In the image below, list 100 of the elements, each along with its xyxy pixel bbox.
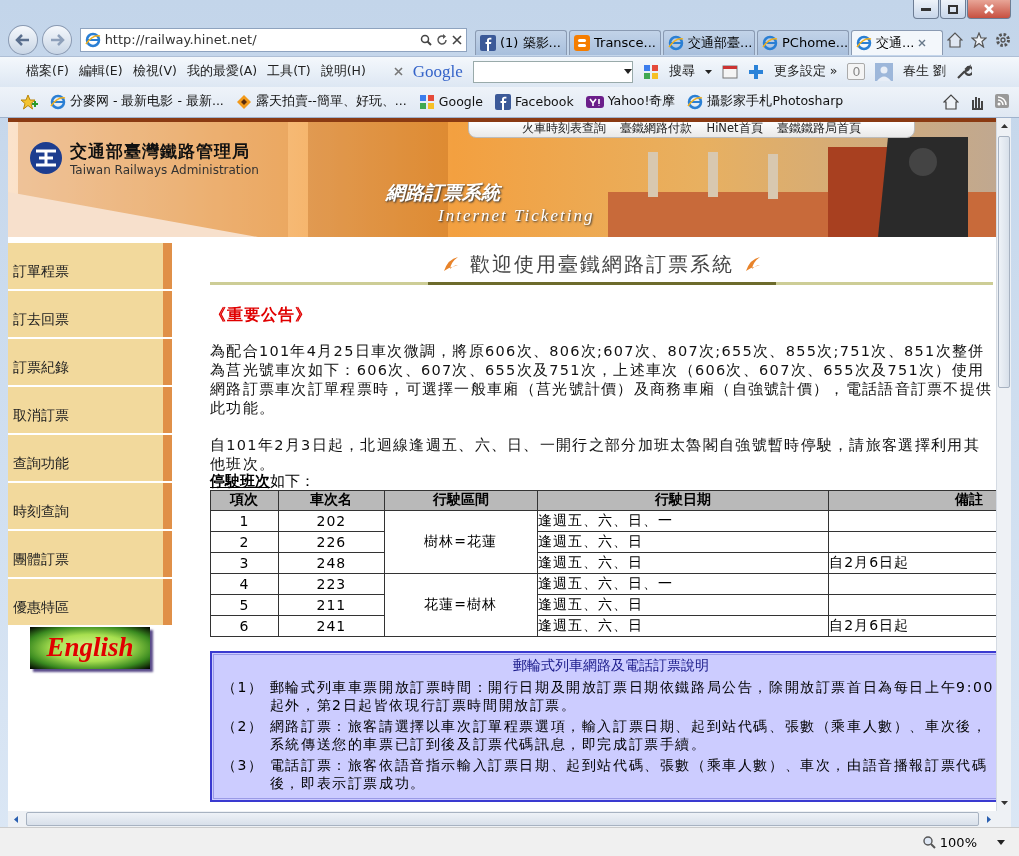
yahoo-icon — [585, 95, 604, 108]
menu-item[interactable]: 編輯(E) — [78, 63, 123, 81]
minimize-button[interactable] — [913, 0, 939, 19]
sidebar-item[interactable]: 時刻查詢 — [8, 482, 172, 529]
user-name[interactable]: 春生 劉 — [903, 63, 947, 81]
scroll-thumb[interactable] — [998, 135, 1010, 388]
favorite-link[interactable]: 分麥网 - 最新电影 - 最新... — [50, 93, 224, 111]
tag-icon — [235, 93, 252, 110]
star-icon — [971, 31, 987, 48]
home-icon — [943, 93, 959, 110]
zoom-level[interactable]: 100% — [939, 834, 977, 850]
blogger-icon — [574, 34, 590, 51]
url-text: http://railway.hinet.net/ — [104, 32, 258, 48]
menu-item[interactable]: 我的最愛(A) — [186, 63, 258, 81]
info-text: 郵輪式列車車票開放訂票時間：開行日期及開放訂票日期依鐵路局公告，除開放訂票首日為每日上午9:00起外，第2日起皆依現行訂票時間開放訂票。 — [269, 677, 995, 714]
settings-icon — [995, 31, 1011, 48]
menu-item[interactable]: 檢視(V) — [132, 63, 177, 81]
browser-tab[interactable]: 交通... — [851, 29, 943, 55]
e-logo-icon — [687, 93, 704, 110]
more-settings-button[interactable]: 更多設定 » — [773, 63, 838, 81]
table-cell: 2 — [210, 531, 279, 553]
system-subtitle: Internet Ticketing — [438, 205, 595, 226]
browser-tab[interactable]: 交通部臺... — [663, 29, 755, 55]
search-icon — [420, 33, 432, 46]
e-logo-icon — [856, 34, 872, 51]
e-logo-icon — [84, 31, 101, 48]
english-button[interactable]: English — [30, 626, 150, 669]
e-logo-icon — [50, 93, 66, 110]
table-cell: 逢週五、六、日 — [537, 615, 829, 637]
close-button[interactable] — [967, 0, 1011, 19]
scroll-thumb[interactable] — [26, 812, 979, 827]
info-text: 電話訂票：旅客依語音指示輸入訂票日期、起到站代碼、張數（乘車人數）、車次，由語音播報訂票代碼後，即表示訂票成功。 — [269, 755, 989, 792]
table-cell: 逢週五、六、日 — [537, 552, 829, 574]
forward-button[interactable] — [41, 24, 72, 55]
sidebar-item[interactable]: 查詢功能 — [8, 434, 172, 481]
logo-english-name: Taiwan Railways Administration — [70, 162, 259, 177]
table-cell: 逢週五、六、日、一 — [537, 573, 829, 595]
column-header: 行駛日期 — [537, 490, 829, 511]
close-icon — [984, 4, 994, 14]
sidebar-item[interactable]: 訂去回票 — [8, 290, 172, 337]
google-logo: Google — [412, 61, 463, 82]
favorite-link[interactable]: Google — [418, 93, 483, 110]
table-cell: 202 — [278, 510, 385, 532]
home-icon — [947, 31, 963, 48]
search-field[interactable] — [472, 60, 633, 83]
minimize-icon — [921, 7, 931, 11]
notice-paragraph: 為配合101年4月25日車次微調，將原606次、806次;607次、807次;655次、855次;751次、851次整併為莒光號車次如下：606次、607次、655次及751次，上述車次（606次、607次、655次及751次）使用網路訂票車次訂單程票時，可選擇一般車廂（莒光號計價）及商務車廂（自強號計價），電話語音訂票不提供此功能。 — [210, 341, 993, 418]
e-logo-icon — [762, 34, 778, 51]
favorite-link[interactable]: 攝影家手札Photosharp — [687, 93, 844, 111]
favorite-link[interactable]: 露天拍賣--簡單、好玩、... — [235, 93, 407, 111]
close-icon — [452, 34, 462, 45]
favorite-link[interactable]: Yahoo!奇摩 — [585, 93, 676, 111]
column-header: 備註 — [828, 490, 996, 511]
sidebar-item[interactable]: 訂單程票 — [8, 242, 172, 289]
top-link[interactable]: 臺鐵網路付款 — [620, 121, 693, 137]
search-button[interactable]: 搜尋 — [668, 63, 695, 81]
top-link[interactable]: HiNet首頁 — [706, 121, 763, 137]
horizontal-scrollbar[interactable] — [8, 811, 1011, 828]
browser-tab[interactable]: (1) 築影... — [475, 29, 567, 55]
favorite-link[interactable]: Facebook — [494, 93, 574, 110]
up-arrow-icon — [1000, 123, 1008, 128]
menu-item[interactable]: 說明(H) — [320, 63, 366, 81]
top-link[interactable]: 臺鐵鐵路局首頁 — [776, 121, 861, 137]
e-logo-icon — [668, 34, 684, 51]
notice-title: 《重要公告》 — [210, 304, 313, 326]
maximize-button[interactable] — [940, 0, 966, 19]
info-title: 郵輪式列車網路及電話訂票說明 — [512, 656, 710, 675]
item-marker: （1） — [222, 677, 264, 697]
facebook-icon — [480, 34, 496, 51]
vertical-scrollbar[interactable] — [996, 117, 1011, 812]
system-title: 網路訂票系統 — [386, 179, 503, 205]
sidebar-item[interactable]: 取消訂票 — [8, 386, 172, 433]
sidebar-item[interactable]: 優惠特區 — [8, 578, 172, 625]
table-cell: 逢週五、六、日 — [537, 531, 829, 553]
top-link[interactable]: 火車時刻表查詢 — [522, 121, 607, 137]
caret-icon — [623, 69, 632, 75]
refresh-icon — [436, 33, 448, 46]
table-cell: 逢週五、六、日 — [537, 594, 829, 616]
sidebar-item[interactable]: 訂票紀錄 — [8, 338, 172, 385]
table-cell: 花蓮=樹林 — [384, 573, 538, 637]
menu-item[interactable]: 工具(T) — [267, 63, 311, 81]
browser-tab[interactable]: Transce... — [569, 29, 661, 55]
back-arrow-icon — [14, 32, 31, 47]
logo-name: 交通部臺灣鐵路管理局 — [70, 139, 251, 163]
item-marker: （2） — [222, 716, 264, 736]
caret-icon — [704, 69, 712, 74]
left-arrow-icon — [14, 815, 18, 823]
sidebar-item[interactable]: 團體訂票 — [8, 530, 172, 577]
back-button[interactable] — [8, 24, 38, 55]
swoosh-icon — [743, 255, 762, 274]
address-field[interactable]: http://railway.hinet.net/ — [79, 27, 467, 52]
zoom-icon — [922, 835, 936, 849]
page-heading: 歡迎使用臺鐵網路訂票系統 — [469, 250, 734, 278]
count-badge: 0 — [847, 63, 866, 81]
menu-item[interactable]: 檔案(F) — [26, 63, 69, 81]
facebook-icon — [494, 93, 511, 110]
notice-paragraph: 自101年2月3日起，北迴線逢週五、六、日、一開行之部分加班太魯閣自強號暫時停駛，請旅客選擇利用其他班次。 — [210, 435, 981, 473]
right-arrow-icon — [987, 815, 991, 823]
squares-icon — [418, 93, 435, 110]
browser-tab[interactable]: PChome... — [757, 29, 849, 55]
